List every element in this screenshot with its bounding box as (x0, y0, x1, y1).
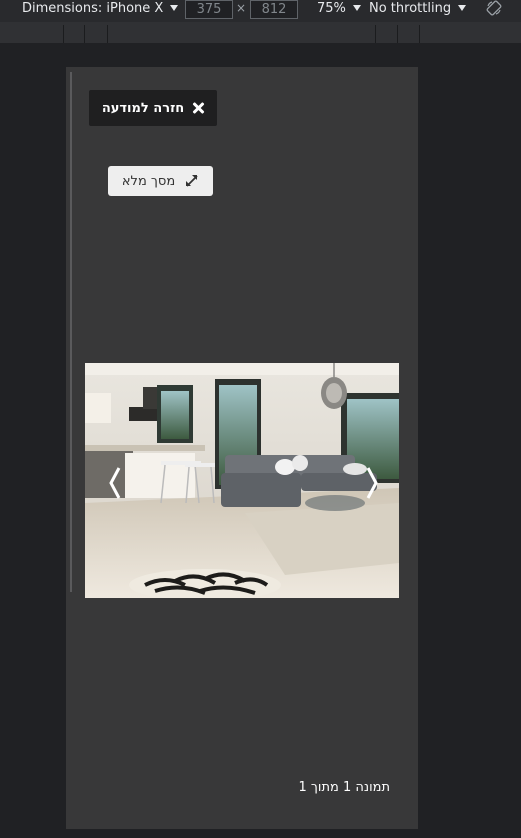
rotate-icon[interactable] (486, 0, 502, 16)
next-photo-arrow-icon[interactable] (365, 466, 379, 500)
zoom-label: 75% (317, 1, 346, 16)
living-room-image (85, 363, 399, 598)
chevron-down-icon (170, 4, 179, 11)
devtools-device-toolbar: Dimensions: iPhone X 375 × 812 75% No th… (0, 0, 521, 22)
device-dimensions-dropdown[interactable]: Dimensions: iPhone X (22, 1, 179, 16)
previous-photo-arrow-icon[interactable] (108, 466, 122, 500)
device-dimensions-label: Dimensions: iPhone X (22, 1, 164, 16)
photo-counter: תמונה 1 מתוך 1 (298, 780, 390, 795)
viewport-edge-line (70, 72, 72, 592)
device-height-input[interactable]: 812 (250, 0, 298, 19)
chevron-down-icon (458, 4, 467, 11)
throttling-dropdown[interactable]: No throttling (369, 1, 467, 16)
device-width-input[interactable]: 375 (185, 0, 233, 19)
close-icon (192, 102, 204, 114)
dimension-separator: × (236, 1, 247, 15)
expand-icon (186, 175, 198, 187)
fullscreen-button[interactable]: מסך מלא (108, 166, 213, 196)
back-to-ad-label: חזרה למודעה (101, 100, 185, 116)
fullscreen-label: מסך מלא (121, 173, 176, 189)
zoom-dropdown[interactable]: 75% (317, 1, 361, 16)
back-to-ad-button[interactable]: חזרה למודעה (89, 90, 217, 126)
throttling-label: No throttling (369, 1, 452, 16)
apartment-photo[interactable] (85, 363, 399, 598)
chevron-down-icon (352, 4, 361, 11)
media-query-ruler (0, 22, 521, 43)
